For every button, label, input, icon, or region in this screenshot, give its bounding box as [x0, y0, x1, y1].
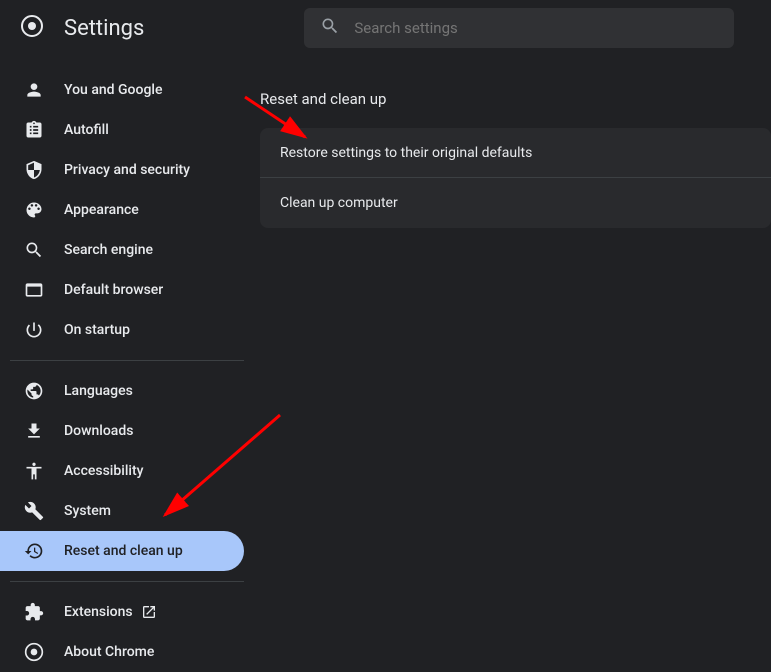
sidebar-item-downloads[interactable]: Downloads — [0, 411, 244, 451]
sidebar-item-label: Languages — [64, 383, 133, 399]
settings-row-label: Clean up computer — [280, 195, 398, 211]
chrome-logo-icon — [20, 14, 44, 42]
globe-icon — [24, 381, 44, 401]
extension-icon — [24, 602, 44, 622]
search-icon — [24, 240, 44, 260]
page-title: Settings — [64, 16, 144, 41]
sidebar-item-label: Autofill — [64, 122, 109, 138]
sidebar-item-label: Reset and clean up — [64, 543, 183, 559]
main-content: Reset and clean up Restore settings to t… — [260, 56, 771, 666]
section-title: Reset and clean up — [260, 90, 771, 108]
sidebar-item-label: Search engine — [64, 242, 153, 258]
chrome-icon — [24, 642, 44, 662]
search-icon — [320, 16, 340, 40]
settings-row-label: Restore settings to their original defau… — [280, 145, 532, 161]
settings-row-cleanup[interactable]: Clean up computer — [260, 178, 771, 228]
sidebar-item-label: Default browser — [64, 282, 163, 298]
sidebar-item-languages[interactable]: Languages — [0, 371, 244, 411]
sidebar-item-about[interactable]: About Chrome — [0, 632, 244, 672]
sidebar-item-label: Accessibility — [64, 463, 143, 479]
sidebar-item-system[interactable]: System — [0, 491, 244, 531]
sidebar-item-extensions[interactable]: Extensions — [0, 592, 244, 632]
sidebar-item-you-and-google[interactable]: You and Google — [0, 70, 244, 110]
sidebar-item-label: On startup — [64, 322, 130, 338]
palette-icon — [24, 200, 44, 220]
sidebar-item-autofill[interactable]: Autofill — [0, 110, 244, 150]
sidebar-item-reset[interactable]: Reset and clean up — [0, 531, 244, 571]
sidebar-item-search-engine[interactable]: Search engine — [0, 230, 244, 270]
external-link-icon — [141, 604, 157, 620]
sidebar-item-label: Extensions — [64, 604, 133, 620]
sidebar-divider — [10, 581, 244, 582]
sidebar-divider — [10, 360, 244, 361]
power-icon — [24, 320, 44, 340]
accessibility-icon — [24, 461, 44, 481]
browser-icon — [24, 280, 44, 300]
sidebar-item-privacy[interactable]: Privacy and security — [0, 150, 244, 190]
sidebar-item-accessibility[interactable]: Accessibility — [0, 451, 244, 491]
settings-card: Restore settings to their original defau… — [260, 128, 771, 228]
shield-icon — [24, 160, 44, 180]
search-bar[interactable] — [304, 8, 734, 48]
download-icon — [24, 421, 44, 441]
assignment-icon — [24, 120, 44, 140]
sidebar-item-label: Downloads — [64, 423, 133, 439]
sidebar-item-label: System — [64, 503, 111, 519]
sidebar-item-on-startup[interactable]: On startup — [0, 310, 244, 350]
wrench-icon — [24, 501, 44, 521]
settings-row-restore[interactable]: Restore settings to their original defau… — [260, 128, 771, 178]
sidebar-item-label: Privacy and security — [64, 162, 190, 178]
person-icon — [24, 80, 44, 100]
sidebar-item-label: About Chrome — [64, 644, 154, 660]
sidebar-item-label: You and Google — [64, 82, 162, 98]
sidebar-item-appearance[interactable]: Appearance — [0, 190, 244, 230]
history-icon — [24, 541, 44, 561]
sidebar-item-default-browser[interactable]: Default browser — [0, 270, 244, 310]
sidebar-item-label: Appearance — [64, 202, 139, 218]
search-input[interactable] — [354, 19, 718, 37]
sidebar: You and Google Autofill Privacy and securi… — [0, 56, 260, 666]
header: Settings — [0, 0, 771, 56]
